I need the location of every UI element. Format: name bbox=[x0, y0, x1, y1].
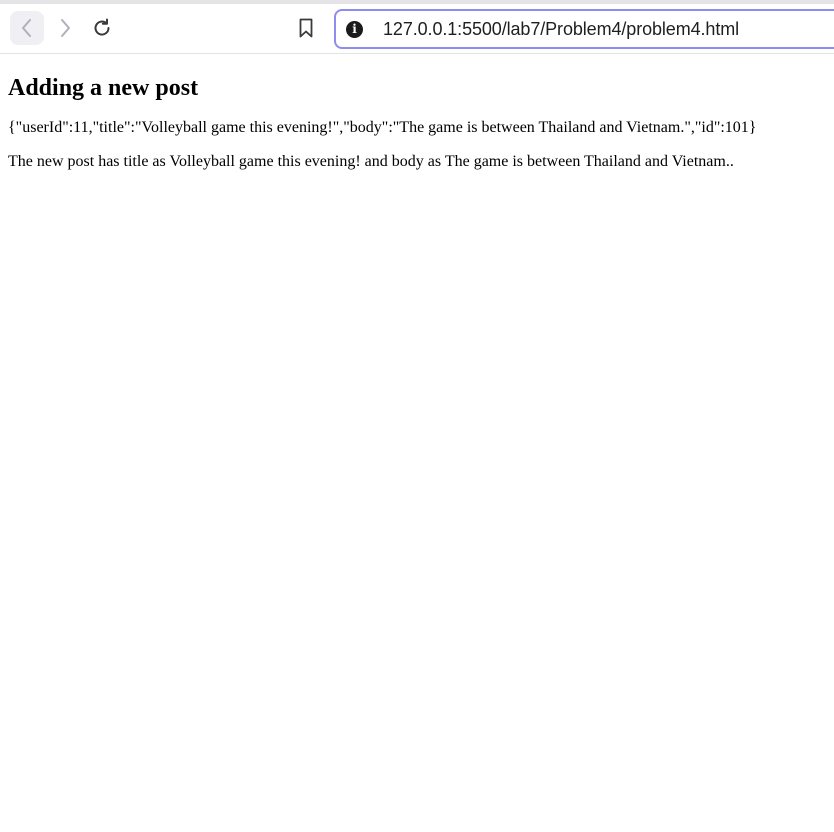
bookmark-button[interactable] bbox=[289, 11, 323, 45]
url-input[interactable]: 127.0.0.1:5500/lab7/Problem4/problem4.ht… bbox=[383, 11, 739, 47]
reload-button[interactable] bbox=[85, 11, 119, 45]
page-content: Adding a new post {"userId":11,"title":"… bbox=[8, 55, 826, 172]
json-response-text: {"userId":11,"title":"Volleyball game th… bbox=[8, 119, 757, 136]
info-icon[interactable]: i bbox=[346, 21, 363, 38]
chevron-right-icon bbox=[61, 19, 70, 37]
page-title: Adding a new post bbox=[8, 75, 199, 101]
chevron-left-icon bbox=[22, 19, 31, 37]
back-button[interactable] bbox=[10, 11, 44, 45]
post-summary-text: The new post has title as Volleyball gam… bbox=[8, 153, 734, 170]
forward-button[interactable] bbox=[48, 11, 82, 45]
reload-icon bbox=[94, 18, 110, 36]
bookmark-icon bbox=[299, 18, 313, 38]
address-bar[interactable]: i 127.0.0.1:5500/lab7/Problem4/problem4.… bbox=[334, 9, 834, 49]
browser-toolbar: i 127.0.0.1:5500/lab7/Problem4/problem4.… bbox=[0, 4, 834, 54]
